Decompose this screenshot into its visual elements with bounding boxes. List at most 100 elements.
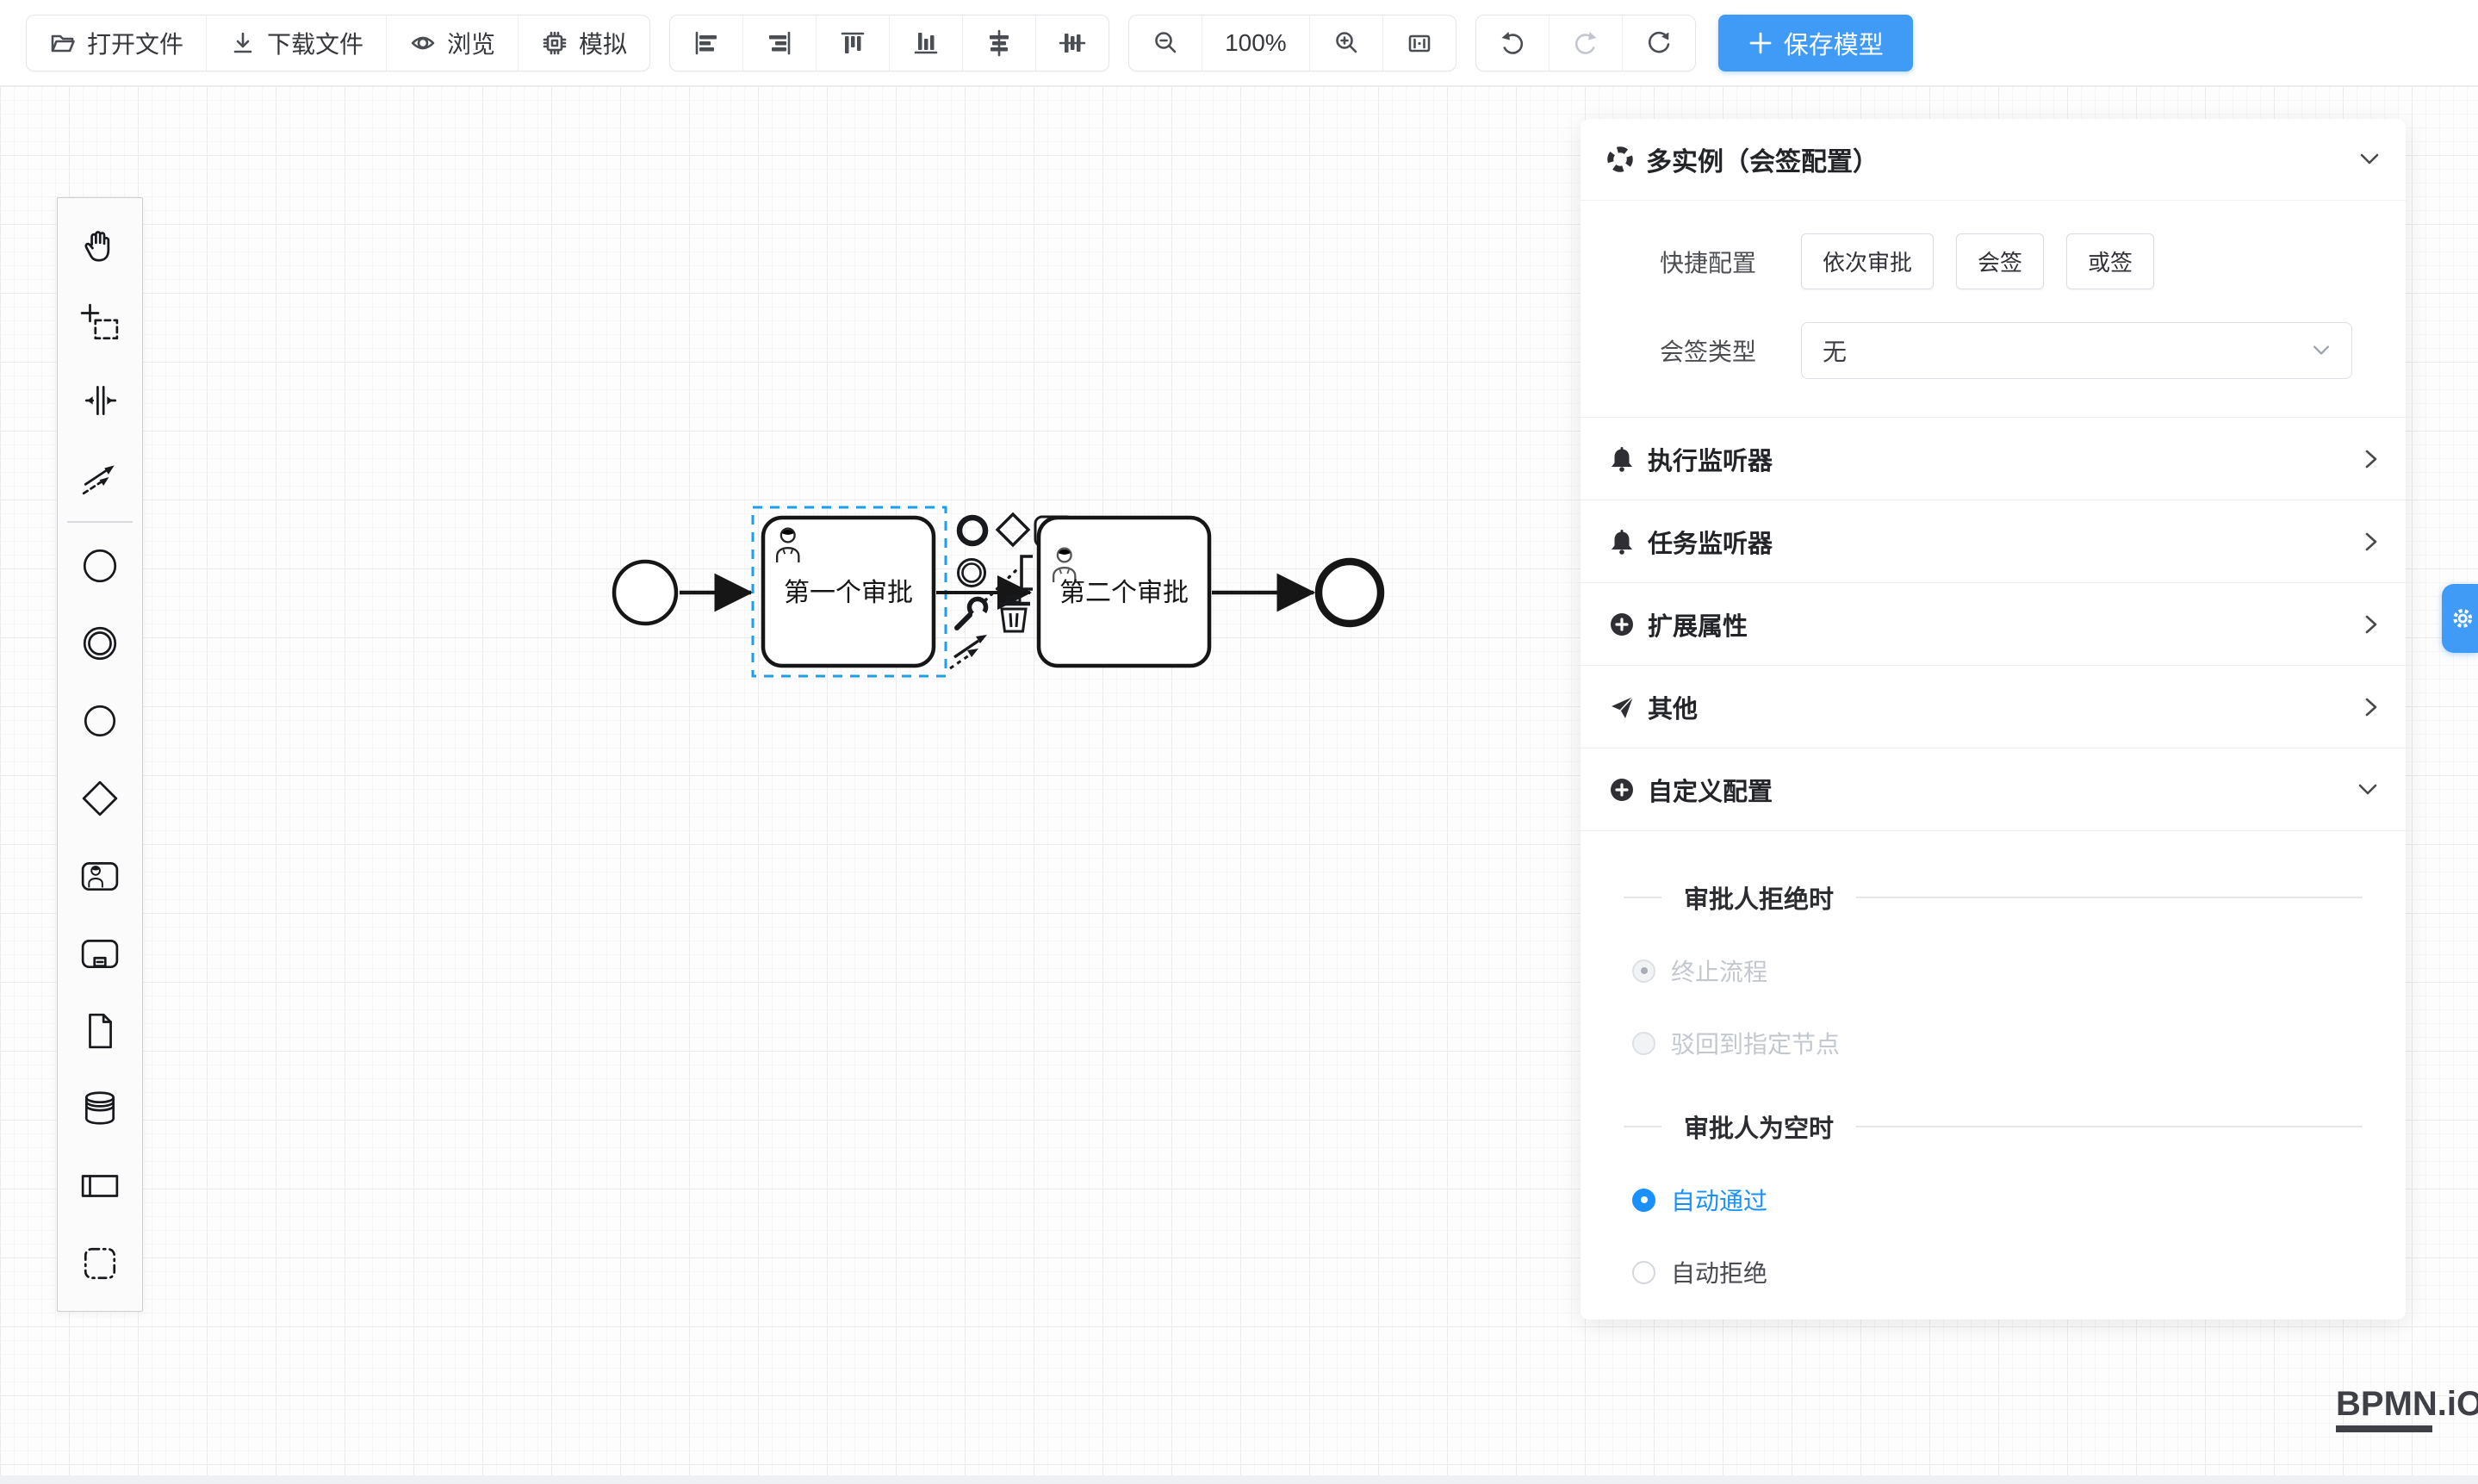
create-user-task[interactable] [58, 837, 142, 915]
align-top-button[interactable] [817, 16, 890, 71]
data-store-icon [80, 1089, 120, 1128]
align-top-icon [839, 29, 866, 57]
user-task-icon [80, 856, 120, 896]
end-event[interactable] [1319, 562, 1381, 624]
restart-button[interactable] [1623, 16, 1695, 71]
quick-option-orsign[interactable]: 或签 [2066, 233, 2154, 289]
create-group[interactable] [58, 1225, 142, 1302]
append-end-event-icon[interactable] [960, 518, 985, 543]
radio-return-to-node[interactable]: 驳回到指定节点 [1632, 1026, 2406, 1060]
zoom-out-icon [1152, 29, 1179, 57]
chevron-right-icon [2364, 531, 2378, 552]
start-event-icon [80, 546, 120, 586]
pool-icon [80, 1166, 120, 1206]
radio-auto-pass[interactable]: 自动通过 [1632, 1183, 2406, 1217]
create-start-event[interactable] [58, 527, 142, 605]
create-intermediate-event[interactable] [58, 605, 142, 682]
intermediate-event-icon [80, 624, 120, 663]
section-custom-config[interactable]: 自定义配置 [1581, 748, 2406, 831]
zoom-in-icon [1332, 29, 1360, 57]
hand-icon [80, 226, 120, 265]
restart-icon [1645, 29, 1673, 57]
align-center-horizontal-button[interactable] [963, 16, 1036, 71]
download-icon [229, 29, 257, 57]
radio-checked [1632, 1189, 1655, 1212]
save-model-label: 保存模型 [1784, 25, 1884, 61]
user-task-1[interactable]: 第一个审批 [763, 518, 934, 666]
radio-auto-reject[interactable]: 自动拒绝 [1632, 1255, 2406, 1289]
bpmn-io-logo[interactable]: BPMN.iO [2336, 1385, 2478, 1432]
radio-label: 驳回到指定节点 [1671, 1026, 1840, 1060]
chevron-down-icon [2312, 345, 2331, 357]
zoom-out-button[interactable] [1129, 16, 1202, 71]
settings-tab[interactable] [2442, 584, 2478, 653]
section-other[interactable]: 其他 [1581, 666, 2406, 748]
download-file-label: 下载文件 [267, 26, 363, 60]
eye-icon [409, 29, 437, 57]
create-end-event[interactable] [58, 682, 142, 760]
align-center-horizontal-icon [985, 29, 1013, 57]
align-right-button[interactable] [743, 16, 817, 71]
redo-button[interactable] [1550, 16, 1623, 71]
save-model-button[interactable]: 保存模型 [1718, 15, 1913, 71]
chevron-right-icon [2364, 449, 2378, 469]
multi-instance-icon [1606, 146, 1634, 173]
zoom-level[interactable]: 100% [1202, 16, 1310, 71]
radio-label: 终止流程 [1671, 953, 1767, 988]
create-subprocess[interactable] [58, 915, 142, 992]
zoom-in-button[interactable] [1310, 16, 1383, 71]
append-text-annotation-icon[interactable] [1022, 556, 1033, 589]
chevron-down-icon [2357, 783, 2378, 797]
chevron-down-icon[interactable] [2359, 152, 2380, 166]
section-label: 扩展属性 [1648, 606, 2364, 643]
radio-terminate-process[interactable]: 终止流程 [1632, 953, 2406, 988]
create-pool[interactable] [58, 1147, 142, 1225]
hand-tool[interactable] [58, 207, 142, 284]
quick-option-countersign[interactable]: 会签 [1956, 233, 2044, 289]
bell-icon [1608, 528, 1636, 556]
bpmn-io-logo-text: BPMN.iO [2336, 1385, 2478, 1424]
align-bottom-icon [912, 29, 940, 57]
space-tool[interactable] [58, 362, 142, 439]
lasso-tool[interactable] [58, 284, 142, 362]
folder-open-icon [49, 29, 77, 57]
palette-separator [67, 521, 133, 523]
gateway-icon [80, 779, 120, 818]
align-left-button[interactable] [670, 16, 743, 71]
panel-sections: 执行监听器 任务监听器 扩展属性 [1581, 417, 2406, 831]
start-event[interactable] [614, 562, 676, 624]
section-task-listener[interactable]: 任务监听器 [1581, 500, 2406, 583]
user-task-2[interactable]: 第二个审批 [1039, 518, 1209, 666]
undo-button[interactable] [1476, 16, 1550, 71]
align-tool-group [669, 15, 1109, 71]
create-data-store[interactable] [58, 1070, 142, 1147]
empty-title: 审批人为空时 [1684, 1108, 1834, 1145]
quick-option-sequential[interactable]: 依次审批 [1801, 233, 1934, 289]
connection-tool[interactable] [58, 439, 142, 517]
simulate-button[interactable]: 模拟 [519, 16, 649, 71]
append-intermediate-event-icon[interactable] [959, 560, 985, 587]
open-file-button[interactable]: 打开文件 [27, 16, 207, 71]
preview-button[interactable]: 浏览 [387, 16, 519, 71]
open-file-label: 打开文件 [87, 26, 183, 60]
fit-viewport-button[interactable] [1383, 16, 1456, 71]
zoom-tool-group: 100% [1128, 15, 1456, 71]
section-label: 自定义配置 [1648, 772, 2357, 808]
section-label: 任务监听器 [1648, 524, 2364, 560]
reject-title-row: 审批人拒绝时 [1624, 879, 2363, 916]
section-extended-properties[interactable]: 扩展属性 [1581, 583, 2406, 666]
bpmn-io-logo-bar [2336, 1425, 2432, 1432]
create-data-object[interactable] [58, 992, 142, 1070]
create-gateway[interactable] [58, 760, 142, 837]
radio-unchecked [1632, 1261, 1655, 1284]
zoom-level-value: 100% [1225, 29, 1287, 57]
sign-type-select[interactable]: 无 [1801, 322, 2352, 379]
download-file-button[interactable]: 下载文件 [207, 16, 387, 71]
empty-title-row: 审批人为空时 [1624, 1108, 2363, 1145]
section-execution-listener[interactable]: 执行监听器 [1581, 418, 2406, 500]
align-middle-vertical-button[interactable] [1036, 16, 1109, 71]
align-bottom-button[interactable] [890, 16, 963, 71]
task2-label: 第二个审批 [1059, 579, 1189, 607]
align-right-icon [766, 29, 793, 57]
panel-header[interactable]: 多实例（会签配置） [1581, 119, 2406, 201]
